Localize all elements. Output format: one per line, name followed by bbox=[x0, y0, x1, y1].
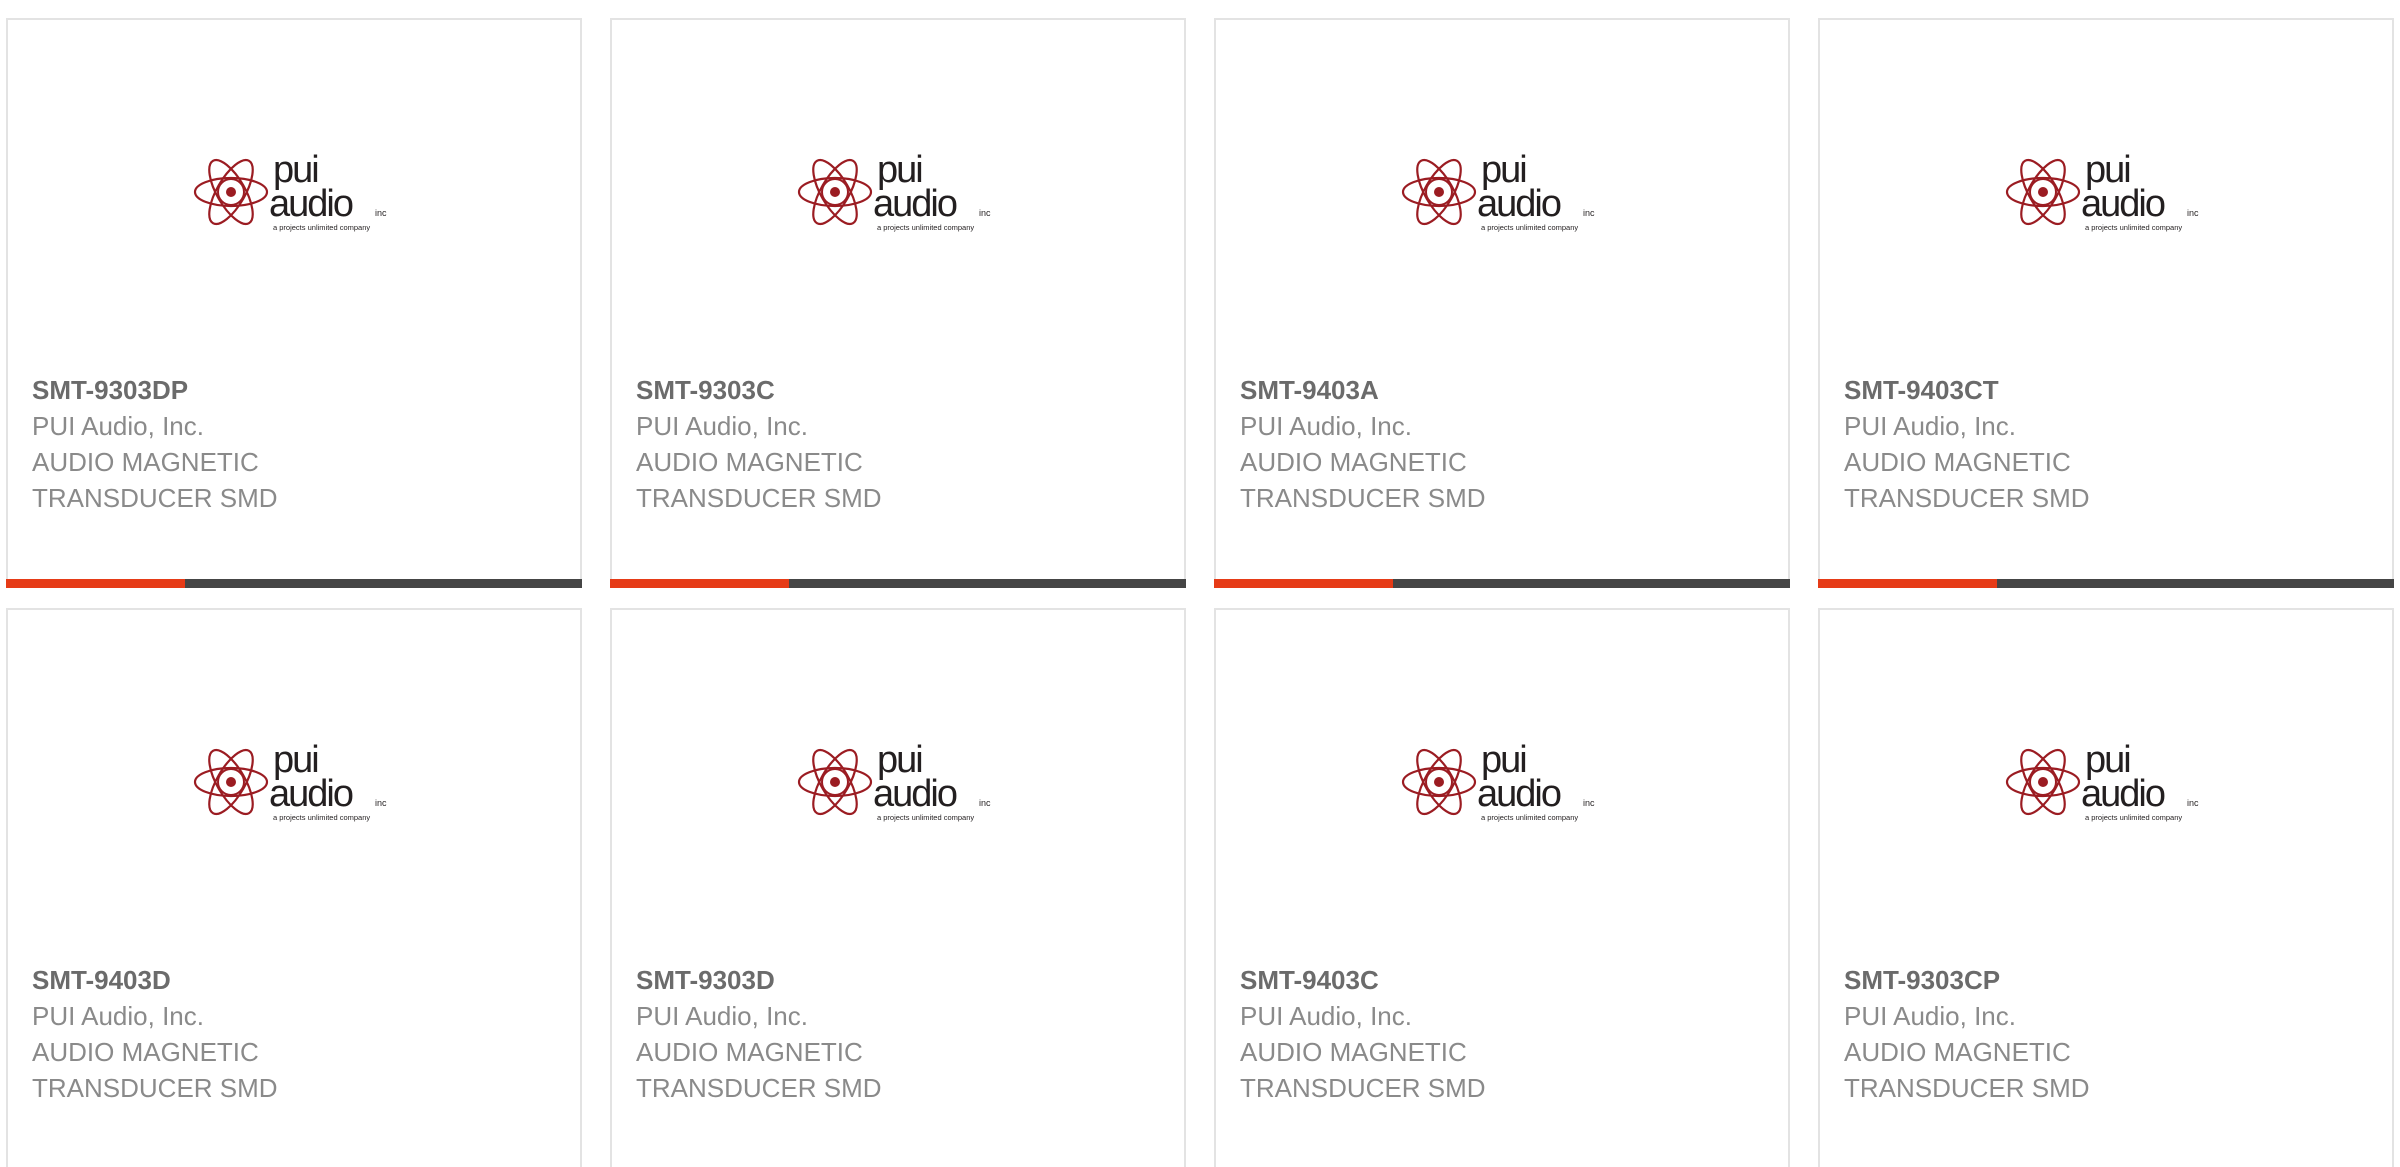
pui-audio-logo-icon: puiaudio inca projects unlimited company bbox=[193, 149, 387, 232]
pui-audio-logo-icon: puiaudio inca projects unlimited company bbox=[797, 149, 991, 232]
part-number[interactable]: SMT-9303DP bbox=[32, 372, 556, 408]
product-card[interactable]: pui audio inc a projects unlimited company … bbox=[6, 18, 582, 588]
logo-tagline: a projects unlimited company bbox=[273, 223, 370, 232]
product-description: AUDIO MAGNETIC TRANSDUCER SMD bbox=[636, 447, 882, 513]
product-description: AUDIO MAGNETIC TRANSDUCER SMD bbox=[32, 1037, 278, 1103]
atom-mark bbox=[1401, 748, 1477, 816]
manufacturer-name: PUI Audio, Inc. bbox=[1240, 411, 1412, 441]
product-card[interactable]: pui audio inc a projects unlimited company … bbox=[610, 608, 1186, 1167]
pui-audio-logo-icon: puiaudio inca projects unlimited company bbox=[797, 739, 991, 822]
product-card[interactable]: pui audio inc a projects unlimited company … bbox=[1214, 608, 1790, 1167]
logo-word-audio: audio bbox=[269, 183, 353, 225]
manufacturer-name: PUI Audio, Inc. bbox=[636, 1001, 808, 1031]
part-number[interactable]: SMT-9303CP bbox=[1844, 962, 2368, 998]
manufacturer-logo: pui audio inc a projects unlimited company bbox=[2001, 140, 2211, 250]
manufacturer-name: PUI Audio, Inc. bbox=[32, 1001, 204, 1031]
part-number[interactable]: SMT-9403D bbox=[32, 962, 556, 998]
pui-audio-logo-icon: puiaudio inca projects unlimited company bbox=[2005, 149, 2199, 232]
logo-tagline: a projects unlimited company bbox=[877, 813, 974, 822]
logo-word-audio: audio bbox=[873, 773, 957, 815]
logo-tagline: a projects unlimited company bbox=[273, 813, 370, 822]
logo-inc: inc bbox=[979, 208, 991, 218]
logo-tagline: a projects unlimited company bbox=[2085, 813, 2182, 822]
logo-inc: inc bbox=[1583, 798, 1595, 808]
atom-mark bbox=[2005, 748, 2081, 816]
pui-audio-logo-icon: puiaudio inca projects unlimited company bbox=[1401, 149, 1595, 232]
part-number[interactable]: SMT-9303D bbox=[636, 962, 1160, 998]
product-description: AUDIO MAGNETIC TRANSDUCER SMD bbox=[1844, 447, 2090, 513]
pui-audio-logo-icon: puiaudio inca projects unlimited company bbox=[193, 739, 387, 822]
progress-bar bbox=[610, 579, 1186, 588]
progress-fill bbox=[1818, 579, 1997, 588]
atom-mark bbox=[2005, 158, 2081, 226]
progress-fill bbox=[610, 579, 789, 588]
atom-mark bbox=[193, 158, 269, 226]
progress-fill bbox=[6, 579, 185, 588]
logo-inc: inc bbox=[2187, 798, 2199, 808]
product-card[interactable]: pui audio inc a projects unlimited company … bbox=[610, 18, 1186, 588]
logo-tagline: a projects unlimited company bbox=[877, 223, 974, 232]
manufacturer-logo: pui audio inc a projects unlimited company bbox=[2001, 730, 2211, 840]
atom-mark bbox=[193, 748, 269, 816]
pui-audio-logo-icon: puiaudio inca projects unlimited company bbox=[1401, 739, 1595, 822]
atom-mark bbox=[797, 158, 873, 226]
manufacturer-logo: pui audio inc a projects unlimited company bbox=[793, 730, 1003, 840]
atom-mark bbox=[1401, 158, 1477, 226]
manufacturer-logo: pui audio inc a projects unlimited company bbox=[189, 140, 399, 250]
manufacturer-logo: pui audio inc a projects unlimited company bbox=[1397, 730, 1607, 840]
logo-word-audio: audio bbox=[1477, 773, 1561, 815]
logo-word-audio: audio bbox=[873, 183, 957, 225]
manufacturer-logo: pui audio inc a projects unlimited company bbox=[1397, 140, 1607, 250]
product-description: AUDIO MAGNETIC TRANSDUCER SMD bbox=[1844, 1037, 2090, 1103]
manufacturer-name: PUI Audio, Inc. bbox=[1844, 411, 2016, 441]
part-number[interactable]: SMT-9403CT bbox=[1844, 372, 2368, 408]
product-card[interactable]: pui audio inc a projects unlimited company … bbox=[1818, 608, 2394, 1167]
manufacturer-name: PUI Audio, Inc. bbox=[32, 411, 204, 441]
logo-word-audio: audio bbox=[2081, 183, 2165, 225]
manufacturer-logo: pui audio inc a projects unlimited company bbox=[189, 730, 399, 840]
part-number[interactable]: SMT-9403C bbox=[1240, 962, 1764, 998]
pui-audio-logo-icon: puiaudio inca projects unlimited company bbox=[2005, 739, 2199, 822]
part-number[interactable]: SMT-9303C bbox=[636, 372, 1160, 408]
logo-tagline: a projects unlimited company bbox=[1481, 223, 1578, 232]
product-description: AUDIO MAGNETIC TRANSDUCER SMD bbox=[1240, 447, 1486, 513]
product-grid: pui audio inc a projects unlimited company … bbox=[0, 0, 2400, 1167]
logo-tagline: a projects unlimited company bbox=[1481, 813, 1578, 822]
logo-word-audio: audio bbox=[1477, 183, 1561, 225]
logo-inc: inc bbox=[2187, 208, 2199, 218]
manufacturer-name: PUI Audio, Inc. bbox=[1844, 1001, 2016, 1031]
manufacturer-name: PUI Audio, Inc. bbox=[1240, 1001, 1412, 1031]
atom-mark bbox=[797, 748, 873, 816]
product-card[interactable]: pui audio inc a projects unlimited company … bbox=[1214, 18, 1790, 588]
logo-word-audio: audio bbox=[2081, 773, 2165, 815]
logo-inc: inc bbox=[375, 208, 387, 218]
progress-bar bbox=[6, 579, 582, 588]
logo-inc: inc bbox=[979, 798, 991, 808]
logo-tagline: a projects unlimited company bbox=[2085, 223, 2182, 232]
product-description: AUDIO MAGNETIC TRANSDUCER SMD bbox=[636, 1037, 882, 1103]
product-description: AUDIO MAGNETIC TRANSDUCER SMD bbox=[1240, 1037, 1486, 1103]
logo-inc: inc bbox=[1583, 208, 1595, 218]
part-number[interactable]: SMT-9403A bbox=[1240, 372, 1764, 408]
progress-bar bbox=[1214, 579, 1790, 588]
logo-inc: inc bbox=[375, 798, 387, 808]
product-card[interactable]: pui audio inc a projects unlimited company … bbox=[1818, 18, 2394, 588]
manufacturer-logo: pui audio inc a projects unlimited company bbox=[793, 140, 1003, 250]
progress-fill bbox=[1214, 579, 1393, 588]
product-card[interactable]: pui audio inc a projects unlimited company … bbox=[6, 608, 582, 1167]
manufacturer-name: PUI Audio, Inc. bbox=[636, 411, 808, 441]
logo-word-audio: audio bbox=[269, 773, 353, 815]
product-description: AUDIO MAGNETIC TRANSDUCER SMD bbox=[32, 447, 278, 513]
progress-bar bbox=[1818, 579, 2394, 588]
